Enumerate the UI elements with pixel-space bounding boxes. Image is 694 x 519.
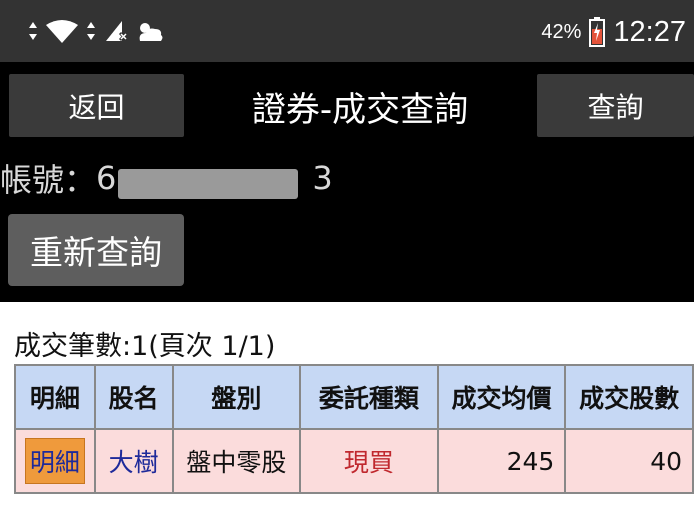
cell-avg-price: 245	[436, 428, 567, 494]
cell-session: 盤中零股	[171, 428, 302, 494]
account-suffix: 3	[312, 159, 333, 197]
detail-link[interactable]: 明細	[24, 438, 85, 484]
header-session: 盤別	[171, 364, 302, 430]
header-shares: 成交股數	[564, 364, 694, 430]
results-panel: 成交筆數:1(頁次 1/1) 明細 股名 盤別 委託種類 成交均價 成交股數 明…	[0, 302, 694, 519]
cell-detail: 明細	[14, 428, 96, 494]
weather-cloud-icon	[139, 23, 163, 41]
header-order-type: 委託種類	[299, 364, 439, 430]
battery-charging-icon	[589, 17, 606, 47]
table-row: 明細 大樹 盤中零股 現買 245 40	[14, 428, 694, 494]
account-number: 63	[96, 159, 333, 199]
account-redaction	[118, 169, 299, 199]
account-row: 帳號： 63	[0, 154, 333, 202]
status-bar: 42% 12:27	[0, 0, 694, 62]
cell-stock-name[interactable]: 大樹	[93, 428, 174, 494]
account-label: 帳號：	[0, 161, 97, 199]
data-arrows-icon	[87, 22, 95, 40]
requery-button[interactable]: 重新查詢	[8, 214, 184, 286]
status-icons-right: 42% 12:27	[541, 10, 686, 54]
header-stock-name: 股名	[93, 364, 174, 430]
query-button[interactable]: 查詢	[537, 74, 694, 137]
clock: 12:27	[613, 15, 686, 48]
status-icons-left	[28, 14, 164, 48]
app-header: 返回 證券-成交查詢 查詢 帳號： 63 重新查詢	[0, 62, 694, 302]
trade-count: 成交筆數:1(頁次 1/1)	[14, 331, 276, 362]
table-header-row: 明細 股名 盤別 委託種類 成交均價 成交股數	[14, 364, 694, 430]
cell-shares: 40	[564, 428, 694, 494]
signal-no-sim-icon	[106, 21, 128, 42]
header-avg-price: 成交均價	[436, 364, 567, 430]
wifi-icon	[46, 20, 78, 43]
data-arrows-icon	[29, 22, 37, 40]
account-prefix: 6	[96, 159, 117, 197]
header-detail: 明細	[14, 364, 96, 430]
cell-order-type: 現買	[299, 428, 439, 494]
back-button[interactable]: 返回	[9, 74, 184, 137]
trades-table: 明細 股名 盤別 委託種類 成交均價 成交股數 明細 大樹 盤中零股 現買 24…	[14, 364, 694, 494]
page-title: 證券-成交查詢	[251, 89, 469, 130]
battery-percent: 42%	[541, 20, 582, 43]
